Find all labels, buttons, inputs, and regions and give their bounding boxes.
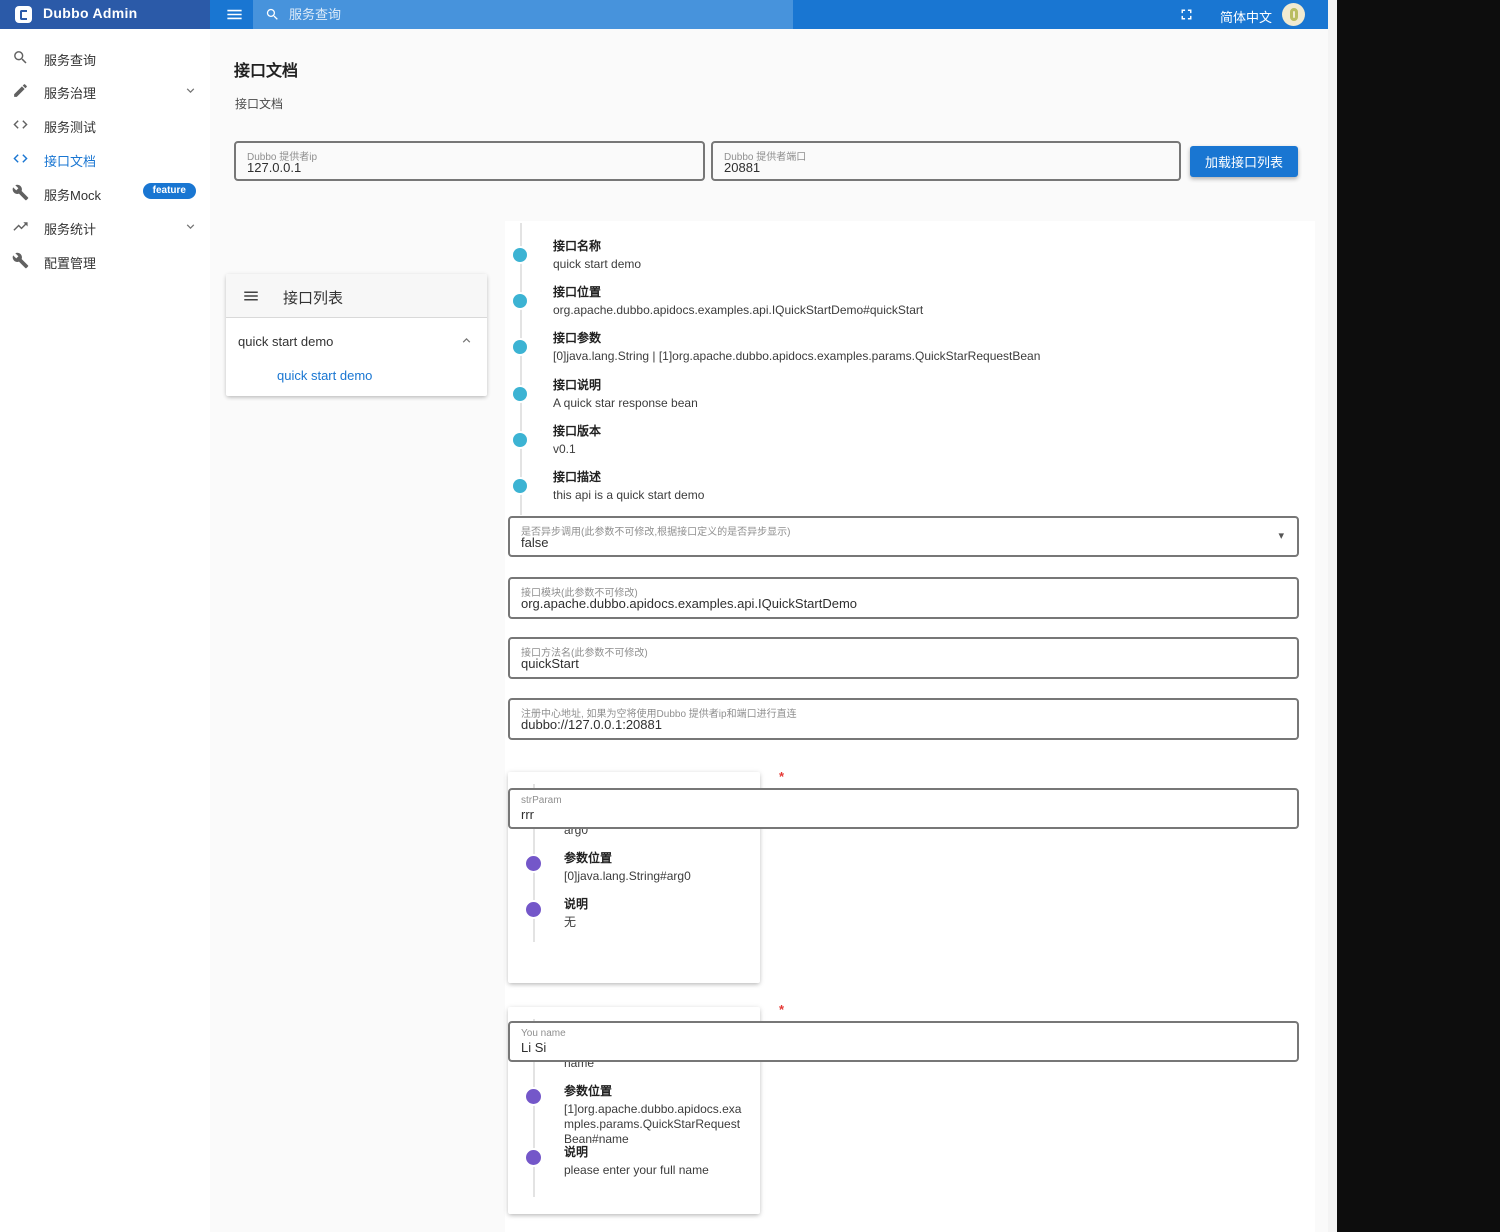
module-field: 接口模块(此参数不可修改)	[508, 577, 1299, 619]
load-api-list-button[interactable]: 加载接口列表	[1190, 146, 1298, 177]
sidebar-item-service-mock[interactable]: 服务Mock feature	[0, 176, 210, 210]
async-select-field[interactable]: 是否异步调用(此参数不可修改,根据接口定义的是否异步显示) ▾	[508, 516, 1299, 557]
scrollbar[interactable]	[1328, 0, 1337, 1232]
timeline-dot	[526, 902, 541, 917]
api-info-version: 接口版本 v0.1	[505, 422, 1275, 456]
provider-port-field: Dubbo 提供者端口	[711, 141, 1181, 181]
trending-up-icon	[12, 218, 29, 235]
module-input[interactable]	[521, 596, 1230, 611]
registry-input[interactable]	[521, 717, 1230, 732]
async-select-value[interactable]	[521, 535, 1230, 550]
code-icon	[12, 150, 29, 167]
pencil-icon	[12, 82, 29, 99]
param-location-row: 参数位置 [0]java.lang.String#arg0	[508, 849, 753, 884]
wrench-icon	[12, 252, 29, 269]
api-group-item[interactable]: quick start demo	[238, 334, 333, 349]
method-name-input[interactable]	[521, 656, 1230, 671]
search-icon	[266, 8, 278, 20]
language-switcher[interactable]: 简体中文	[1220, 7, 1272, 26]
timeline-dot	[513, 294, 527, 308]
param-location-row: 参数位置 [1]org.apache.dubbo.apidocs.example…	[508, 1082, 753, 1147]
timeline-dot	[526, 1150, 541, 1165]
api-method-link[interactable]: quick start demo	[277, 368, 372, 383]
sidebar: 服务查询 服务治理 服务测试 接口文档 服务Mock feature 服务统计 …	[0, 29, 210, 1232]
feature-badge: feature	[142, 183, 196, 199]
api-list-header: 接口列表	[226, 274, 487, 318]
wrench-icon	[12, 184, 29, 201]
timeline-dot	[513, 479, 527, 493]
chevron-up-icon[interactable]	[459, 333, 474, 348]
api-list-panel: 接口列表 quick start demo quick start demo	[226, 274, 487, 396]
api-list-title: 接口列表	[283, 290, 344, 307]
brand: Dubbo Admin	[0, 0, 210, 29]
avatar-logo-icon	[1289, 8, 1298, 21]
sidebar-item-service-statistics[interactable]: 服务统计	[0, 210, 210, 244]
required-asterisk: *	[779, 1002, 785, 1017]
topbar: Dubbo Admin 简体中文	[0, 0, 1328, 29]
timeline-dot	[513, 340, 527, 354]
required-asterisk: *	[779, 769, 785, 784]
search-icon	[12, 49, 29, 66]
strparam-input[interactable]	[521, 807, 1230, 822]
fullscreen-icon[interactable]	[1178, 6, 1195, 23]
brand-title: Dubbo Admin	[43, 5, 138, 21]
search-input[interactable]	[289, 7, 749, 22]
param-desc-row: 说明 无	[508, 895, 753, 930]
api-info-params: 接口参数 [0]java.lang.String | [1]org.apache…	[505, 329, 1275, 363]
api-info-location: 接口位置 org.apache.dubbo.apidocs.examples.a…	[505, 283, 1275, 317]
page-title: 接口文档	[234, 63, 299, 80]
param-desc-row: 说明 please enter your full name	[508, 1143, 753, 1178]
strparam-field: strParam	[508, 788, 1299, 829]
youname-field: You name	[508, 1021, 1299, 1062]
dubbo-logo-icon	[15, 6, 32, 23]
sidebar-item-service-governance[interactable]: 服务治理	[0, 74, 210, 108]
provider-ip-input[interactable]	[247, 160, 668, 175]
search-bar[interactable]	[253, 0, 793, 29]
sidebar-item-service-test[interactable]: 服务测试	[0, 108, 210, 142]
api-detail-sheet: 接口名称 quick start demo 接口位置 org.apache.du…	[505, 221, 1315, 1232]
timeline-dot	[526, 856, 541, 871]
sidebar-item-api-docs[interactable]: 接口文档	[0, 142, 210, 176]
code-icon	[12, 116, 29, 133]
hamburger-menu-icon[interactable]	[225, 5, 244, 24]
api-info-desc2: 接口描述 this api is a quick start demo	[505, 468, 1275, 502]
sidebar-item-config-management[interactable]: 配置管理	[0, 244, 210, 278]
method-name-field: 接口方法名(此参数不可修改)	[508, 637, 1299, 679]
list-menu-icon[interactable]	[242, 287, 260, 305]
breadcrumb: 接口文档	[235, 97, 284, 111]
registry-field: 注册中心地址, 如果为空将使用Dubbo 提供者ip和端口进行直连	[508, 698, 1299, 740]
provider-port-input[interactable]	[724, 160, 1144, 175]
sidebar-item-service-search[interactable]: 服务查询	[0, 41, 210, 75]
dropdown-caret-icon[interactable]: ▾	[1278, 529, 1284, 542]
chevron-down-icon	[183, 83, 198, 98]
api-info-name: 接口名称 quick start demo	[505, 237, 1275, 271]
timeline-dot	[513, 387, 527, 401]
provider-ip-field: Dubbo 提供者ip	[234, 141, 705, 181]
api-info-description: 接口说明 A quick star response bean	[505, 376, 1275, 410]
youname-input[interactable]	[521, 1040, 1230, 1055]
timeline-dot	[513, 433, 527, 447]
app-window: Dubbo Admin 简体中文 服务查询 服务治理 服务测试	[0, 0, 1337, 1232]
chevron-down-icon	[183, 219, 198, 234]
main-content: 接口文档 接口文档 Dubbo 提供者ip Dubbo 提供者端口 加载接口列表…	[210, 29, 1328, 1232]
timeline-dot	[526, 1089, 541, 1104]
timeline-dot	[513, 248, 527, 262]
avatar[interactable]	[1282, 3, 1305, 26]
